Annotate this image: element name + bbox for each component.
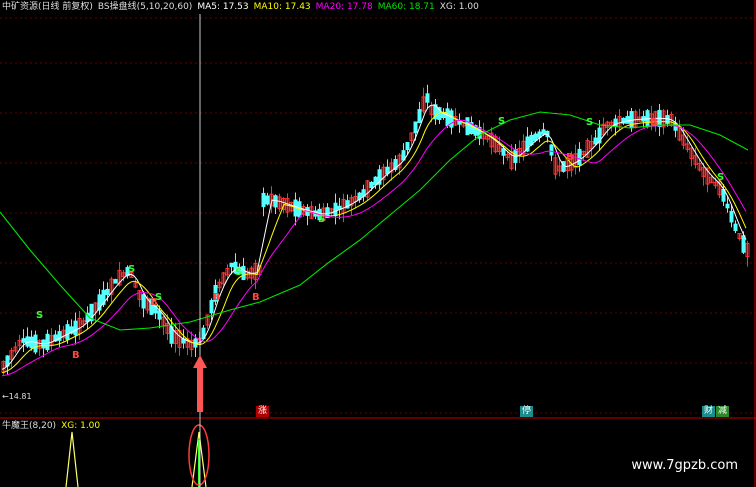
sub-title: 牛魔王(8,20): [2, 421, 57, 431]
candle-body: [413, 121, 418, 134]
candle-body: [625, 116, 630, 124]
signal-label: S: [717, 172, 724, 183]
signal-label: B: [150, 297, 158, 308]
candle-body: [73, 320, 78, 336]
candle-body: [465, 117, 470, 136]
candle-body: [333, 202, 338, 217]
candle-body: [157, 310, 162, 320]
low-price-label: ←14.81: [2, 392, 32, 401]
main-header: 中矿资源(日线 前复权) BS操盘线(5,10,20,60) MA5: 17.53 M…: [2, 1, 484, 13]
ma5-line: [1, 104, 747, 370]
candle-body: [733, 223, 738, 232]
event-marker-cai: 财: [702, 406, 716, 417]
candle-body: [65, 324, 70, 340]
candle-body: [113, 279, 118, 284]
ma60-line: [0, 111, 749, 331]
candle-body: [265, 195, 270, 205]
event-marker-ting: 停: [520, 406, 534, 417]
signal-label: S: [235, 267, 242, 278]
candlesticks: [1, 84, 750, 375]
event-marker-zhang: 涨: [256, 406, 270, 417]
candle-body: [417, 109, 422, 123]
stock-title: 中矿资源(日线 前复权): [2, 2, 93, 12]
candle-body: [373, 176, 378, 186]
bs-signals: SSSSSS SSBB B BBB: [36, 116, 724, 361]
signal-label: S: [498, 116, 505, 127]
signal-label: B: [252, 292, 260, 303]
candle-body: [105, 288, 110, 296]
ma10-value: MA10: 17.43: [253, 2, 311, 12]
ma5-value: MA5: 17.53: [197, 2, 249, 12]
ma60-value: MA60: 18.71: [377, 2, 435, 12]
signal-label: S: [128, 264, 135, 275]
candle-body: [21, 338, 26, 343]
signal-label: B: [72, 350, 80, 361]
sub-header: 牛魔王(8,20) XG: 1.00: [2, 420, 105, 432]
candle-body: [261, 192, 266, 208]
grid-lines: [0, 0, 756, 487]
signal-spike: [65, 431, 79, 487]
candle-body: [45, 333, 50, 351]
candle-body: [241, 265, 246, 281]
signal-label: B: [650, 117, 658, 128]
watermark: www.7gpzb.com: [631, 458, 738, 473]
buy-arrow: [193, 355, 207, 412]
event-marker-jian: 减: [716, 406, 730, 417]
candle-body: [593, 137, 598, 145]
candle-body: [501, 148, 506, 156]
kline-chart[interactable]: SSSSSS SSBB B BBB: [0, 0, 756, 487]
signal-label: S: [318, 214, 325, 225]
candle-body: [273, 195, 278, 208]
signal-label: S: [586, 117, 593, 128]
sub-indicator-panel: [65, 424, 210, 487]
ma20-line: [1, 119, 747, 377]
candle-body: [549, 144, 554, 156]
candle-body: [577, 148, 582, 166]
ma20-value: MA20: 17.78: [315, 2, 373, 12]
candle-body: [405, 142, 410, 150]
candle-body: [33, 334, 38, 353]
candle-body: [229, 262, 234, 268]
crosshair: [193, 14, 207, 487]
candle-body: [449, 110, 454, 128]
candle-body: [29, 336, 34, 349]
sub-xg: XG: 1.00: [61, 421, 101, 431]
signal-label: S: [36, 310, 43, 321]
candle-body: [741, 235, 746, 253]
candle-body: [141, 294, 146, 309]
signal-label: B: [566, 152, 574, 163]
xg-value: XG: 1.00: [439, 2, 479, 12]
candle-body: [729, 210, 734, 223]
candle-body: [541, 129, 546, 135]
candle-body: [369, 181, 374, 189]
candle-body: [445, 108, 450, 127]
indicator-name: BS操盘线(5,10,20,60): [97, 2, 193, 12]
ma10-line: [1, 111, 747, 374]
moving-averages: [0, 104, 749, 377]
candle-body: [425, 93, 430, 103]
signal-label: B: [213, 292, 221, 303]
candle-body: [725, 203, 730, 209]
